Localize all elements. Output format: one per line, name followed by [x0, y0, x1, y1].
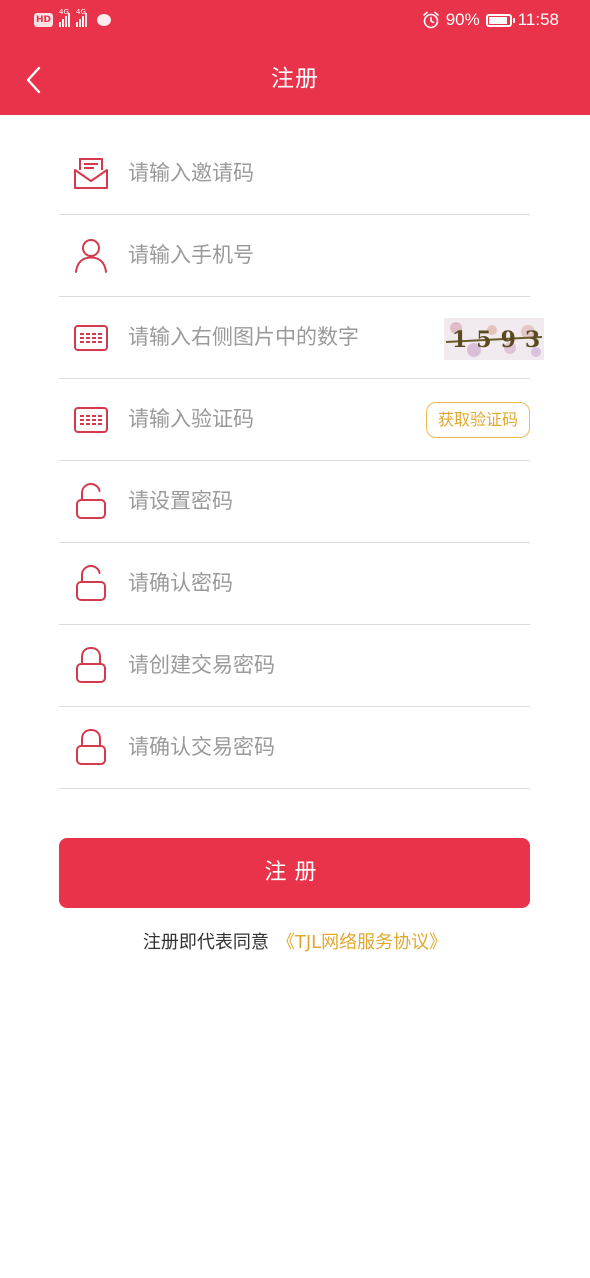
battery-percent: 90%	[445, 10, 480, 29]
phone-input[interactable]	[128, 233, 428, 277]
password-input[interactable]	[128, 479, 428, 523]
lock-icon	[72, 645, 110, 685]
code-box-icon	[72, 317, 110, 357]
status-bar-left: HD 4G 4G	[34, 8, 112, 30]
signal-icon: 4G	[76, 8, 88, 27]
register-form: 1593 获取验证码	[59, 133, 544, 789]
app-header: HD 4G 4G 90% 11:58 注册	[0, 0, 590, 115]
unlock-icon	[72, 481, 110, 521]
code-box-icon	[72, 399, 110, 439]
status-bar: HD 4G 4G 90% 11:58	[0, 0, 590, 40]
confirm-password-row	[59, 543, 530, 625]
alarm-icon	[422, 11, 439, 29]
confirm-trade-password-row	[59, 707, 530, 789]
unlock-icon	[72, 563, 110, 603]
invite-code-row	[59, 133, 530, 215]
register-button[interactable]: 注册	[59, 838, 530, 908]
password-row	[59, 461, 530, 543]
status-bar-right: 90% 11:58	[422, 8, 559, 32]
confirm-password-input[interactable]	[128, 561, 428, 605]
get-sms-code-button[interactable]: 获取验证码	[426, 402, 530, 438]
user-icon	[72, 235, 110, 275]
network-type-label: 4G	[59, 8, 69, 16]
message-icon	[97, 14, 112, 26]
agreement-link[interactable]: 《TJL网络服务协议》	[277, 932, 447, 953]
envelope-icon	[72, 153, 110, 193]
clock: 11:58	[517, 10, 559, 29]
phone-row	[59, 215, 530, 297]
sms-code-input[interactable]	[128, 397, 428, 441]
captcha-text: 1593	[452, 327, 544, 353]
invite-code-input[interactable]	[128, 151, 428, 195]
agreement-text: 注册即代表同意 《TJL网络服务协议》	[0, 928, 590, 958]
image-code-input[interactable]	[128, 315, 428, 359]
battery-icon	[485, 13, 515, 27]
network-type-label: 4G	[76, 8, 86, 16]
trade-password-row	[59, 625, 530, 707]
hd-icon: HD	[34, 13, 54, 27]
agreement-prefix: 注册即代表同意	[142, 932, 269, 953]
lock-icon	[72, 727, 110, 767]
captcha-image[interactable]: 1593	[444, 318, 544, 360]
page-title: 注册	[271, 66, 319, 92]
signal-icon: 4G	[59, 8, 71, 27]
trade-password-input[interactable]	[128, 643, 428, 687]
confirm-trade-password-input[interactable]	[128, 725, 428, 769]
